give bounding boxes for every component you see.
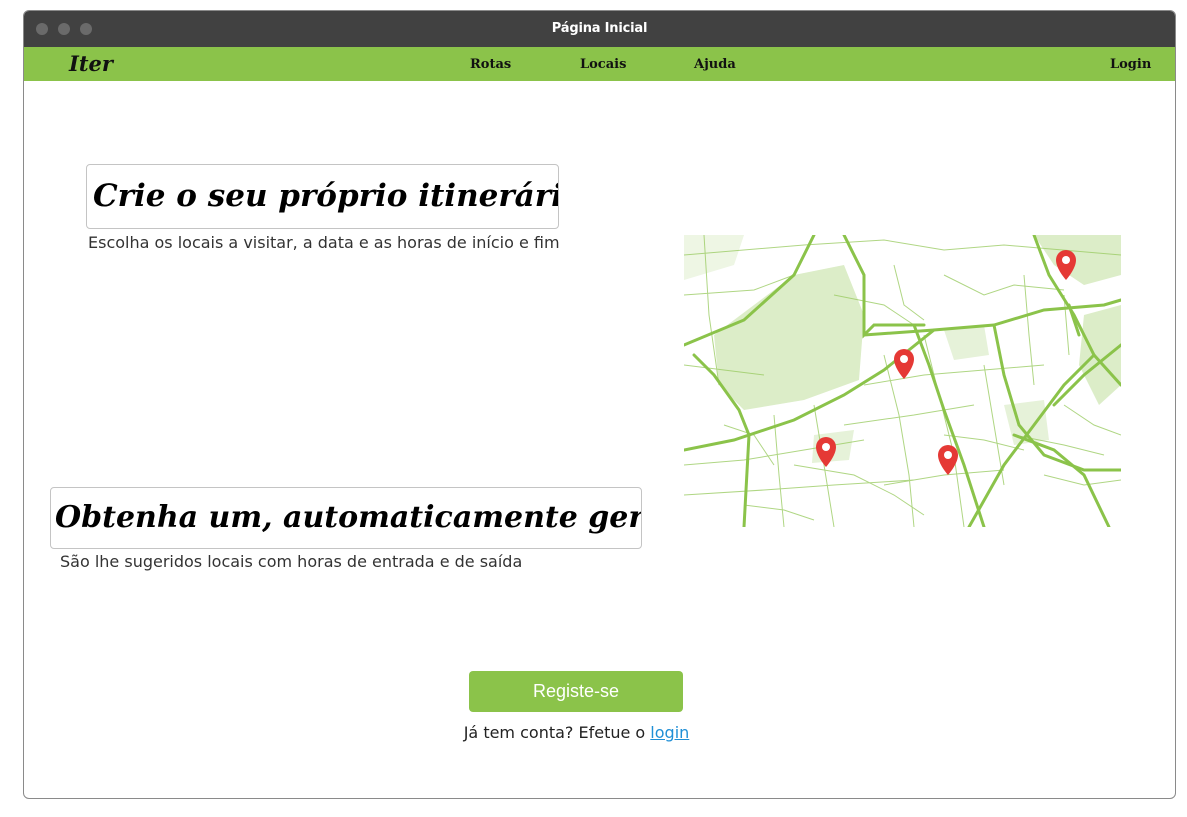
nav-link-locais[interactable]: Locais: [580, 57, 626, 72]
heading-auto-generated: Obtenha um, automaticamente gerado...: [50, 487, 642, 549]
map-illustration: [684, 235, 1121, 527]
login-prompt: Já tem conta? Efetue o login: [24, 723, 1129, 742]
window-minimize-button[interactable]: [58, 23, 70, 35]
nav-login-link[interactable]: Login: [1110, 57, 1151, 72]
subtext-auto-generated: São lhe sugeridos locais com horas de en…: [60, 552, 523, 571]
app-window: Página Inicial Iter Rotas Locais Ajuda L…: [23, 10, 1176, 799]
window-title: Página Inicial: [551, 21, 648, 36]
top-navbar: Iter Rotas Locais Ajuda Login: [24, 47, 1175, 81]
map-icon: [684, 235, 1121, 527]
login-link[interactable]: login: [650, 723, 689, 742]
nav-link-ajuda[interactable]: Ajuda: [694, 57, 736, 72]
subtext-create-itinerary: Escolha os locais a visitar, a data e as…: [88, 233, 560, 252]
window-maximize-button[interactable]: [80, 23, 92, 35]
window-close-button[interactable]: [36, 23, 48, 35]
heading-create-itinerary: Crie o seu próprio itinerário...: [86, 164, 559, 229]
login-prompt-text: Já tem conta? Efetue o: [463, 723, 646, 742]
brand-logo[interactable]: Iter: [69, 51, 113, 76]
register-button[interactable]: Registe-se: [469, 671, 683, 712]
window-titlebar: Página Inicial: [24, 11, 1175, 47]
nav-link-rotas[interactable]: Rotas: [470, 57, 511, 72]
